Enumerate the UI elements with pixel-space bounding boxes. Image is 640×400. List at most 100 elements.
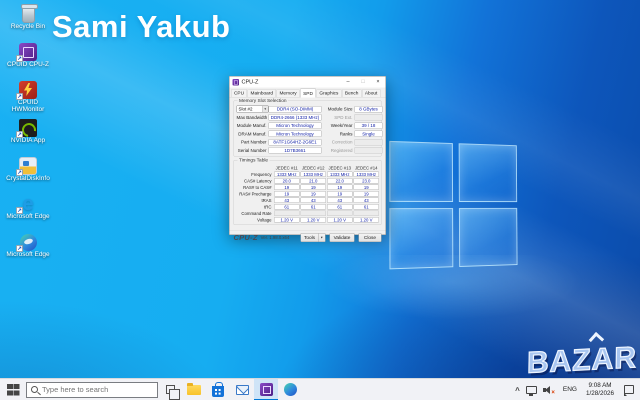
search-input[interactable] — [42, 385, 153, 394]
tools-dropdown-arrow[interactable]: ▾ — [319, 233, 326, 242]
edge-taskbar-button[interactable] — [278, 379, 302, 400]
windows-logo-pane — [458, 208, 517, 267]
task-view-button[interactable] — [158, 379, 182, 400]
timings-cell: 43 — [354, 198, 380, 204]
desktop-icon-label: NVIDIA App — [11, 138, 45, 145]
desktop-icon-recycle-bin[interactable]: Recycle Bin — [2, 3, 54, 40]
timings-cell: 19 — [301, 185, 327, 191]
cpuz-taskbar-button[interactable] — [254, 379, 278, 400]
cpuz-logo: CPU-Z — [234, 233, 258, 242]
taskbar-clock[interactable]: 9:08 AM 1/28/2026 — [582, 382, 618, 398]
timings-cell: 1333 MHz — [327, 172, 353, 178]
timings-cell: 43 — [301, 198, 327, 204]
tab-mainboard[interactable]: Mainboard — [248, 89, 276, 97]
desktop-icon-label: Recycle Bin — [11, 24, 45, 31]
desktop-icon-nvidia[interactable]: ↗ NVIDIA App — [2, 117, 54, 154]
tab-spd[interactable]: SPD — [300, 89, 316, 98]
tab-memory[interactable]: Memory — [276, 89, 299, 97]
part-number-value: 8ATF1G64HZ-2G6E1 — [269, 139, 322, 146]
timings-row-label: RAS# to CAS# — [237, 185, 274, 190]
shortcut-arrow-icon: ↗ — [16, 245, 23, 252]
desktop-icon-crystaldiskinfo[interactable]: ↗ CrystalDiskInfo — [2, 155, 54, 192]
registered-value — [355, 147, 383, 154]
timings-row-label: Command Rate — [237, 211, 274, 216]
timings-cell: 1333 MHz — [301, 172, 327, 178]
timings-column-header: JEDEC #12 — [300, 165, 327, 170]
start-button[interactable] — [0, 379, 26, 400]
timings-cell: 1.20 V — [301, 217, 327, 223]
timings-cell: 61 — [354, 204, 380, 210]
clock-time: 9:08 AM — [582, 382, 618, 390]
timings-cell: 61 — [327, 204, 353, 210]
window-title: CPU-Z — [242, 79, 259, 85]
microsoft-store-button[interactable] — [206, 379, 230, 400]
tab-cpu[interactable]: CPU — [231, 89, 247, 97]
field-label: Ranks — [327, 131, 355, 136]
action-center-icon[interactable] — [624, 385, 634, 394]
minimize-button[interactable]: – — [341, 77, 356, 88]
version-text: Ver. 1.98.0.x64 — [261, 235, 290, 240]
cpuz-app-icon — [233, 79, 240, 86]
search-icon — [31, 386, 38, 393]
timings-cell: 19 — [274, 185, 300, 191]
desktop-icons: Recycle Bin ↗ CPUID CPU-Z ↗ CPUID HWMoni… — [2, 3, 54, 269]
dram-manuf-value: Micron Technology — [269, 131, 322, 138]
task-view-icon — [166, 385, 175, 394]
desktop-icon-hwmonitor[interactable]: ↗ CPUID HWMonitor — [2, 79, 54, 116]
cpuz-icon — [260, 383, 273, 396]
close-button[interactable]: × — [371, 77, 386, 88]
volume-icon[interactable]: × — [543, 385, 555, 395]
cpuz-titlebar[interactable]: CPU-Z – □ × — [230, 77, 386, 88]
desktop-icon-label: CPUID CPU-Z — [7, 62, 49, 69]
timings-cell: 1333 MHz — [274, 172, 300, 178]
field-label: Module Manuf. — [237, 123, 269, 128]
tab-bar: CPU Mainboard Memory SPD Graphics Bench … — [230, 88, 386, 98]
file-explorer-button[interactable] — [182, 379, 206, 400]
timings-column-header: JEDEC #14 — [353, 165, 380, 170]
group-title: Memory Slot Selection — [238, 98, 289, 104]
timings-cell: 43 — [327, 198, 353, 204]
module-size-value: 8 GBytes — [355, 106, 383, 113]
dropdown-arrow-icon: ▾ — [262, 106, 268, 112]
window-statusbar: CPU-Z Ver. 1.98.0.x64 Tools ▾ Validate C… — [230, 231, 386, 243]
field-label: Week/Year — [327, 123, 355, 128]
slot-dropdown[interactable]: Slot #2 ▾ — [237, 106, 269, 113]
timings-cell: 19 — [274, 191, 300, 197]
timings-row-label: RAS# Precharge — [237, 191, 274, 196]
max-bandwidth-value: DDR4-2666 (1333 MHz) — [269, 114, 322, 121]
validate-button[interactable]: Validate — [330, 233, 355, 242]
timings-cell — [274, 211, 300, 217]
desktop-icon-edge-legacy[interactable]: e↗ Microsoft Edge — [2, 193, 54, 230]
timings-row-label: CAS# Latency — [237, 178, 274, 183]
desktop-icon-edge[interactable]: ↗ Microsoft Edge — [2, 231, 54, 268]
network-icon[interactable] — [526, 386, 537, 394]
field-label: Max Bandwidth — [237, 115, 269, 120]
recycle-bin-icon — [22, 6, 35, 23]
close-window-button[interactable]: Close — [359, 233, 382, 242]
timings-cell: 1333 MHz — [354, 172, 380, 178]
tab-bench[interactable]: Bench — [342, 89, 361, 97]
field-label: Registered — [327, 148, 355, 153]
bazar-watermark: BAZAR — [526, 341, 638, 381]
timings-cell: 61 — [274, 204, 300, 210]
mail-icon — [236, 385, 249, 395]
timings-cell: 19 — [301, 191, 327, 197]
desktop-icon-cpuz[interactable]: ↗ CPUID CPU-Z — [2, 41, 54, 78]
store-icon — [212, 386, 224, 397]
folder-icon — [187, 385, 201, 395]
correction-value — [355, 139, 383, 146]
tab-graphics[interactable]: Graphics — [316, 89, 341, 97]
tab-about[interactable]: About — [362, 89, 380, 97]
tools-button[interactable]: Tools — [301, 233, 319, 242]
shortcut-arrow-icon: ↗ — [16, 169, 23, 176]
tray-expand-chevron[interactable]: ^ — [512, 386, 523, 395]
taskbar-search[interactable] — [26, 382, 158, 398]
mail-button[interactable] — [230, 379, 254, 400]
windows-logo-icon — [7, 384, 13, 390]
timings-cell: 21.0 — [301, 178, 327, 184]
timings-column-header: JEDEC #13 — [327, 165, 354, 170]
timings-cell: 1.20 V — [354, 217, 380, 223]
timings-cell: 19 — [354, 185, 380, 191]
watermark-username: Sami Yakub — [52, 9, 230, 45]
language-indicator[interactable]: ENG — [563, 386, 577, 393]
